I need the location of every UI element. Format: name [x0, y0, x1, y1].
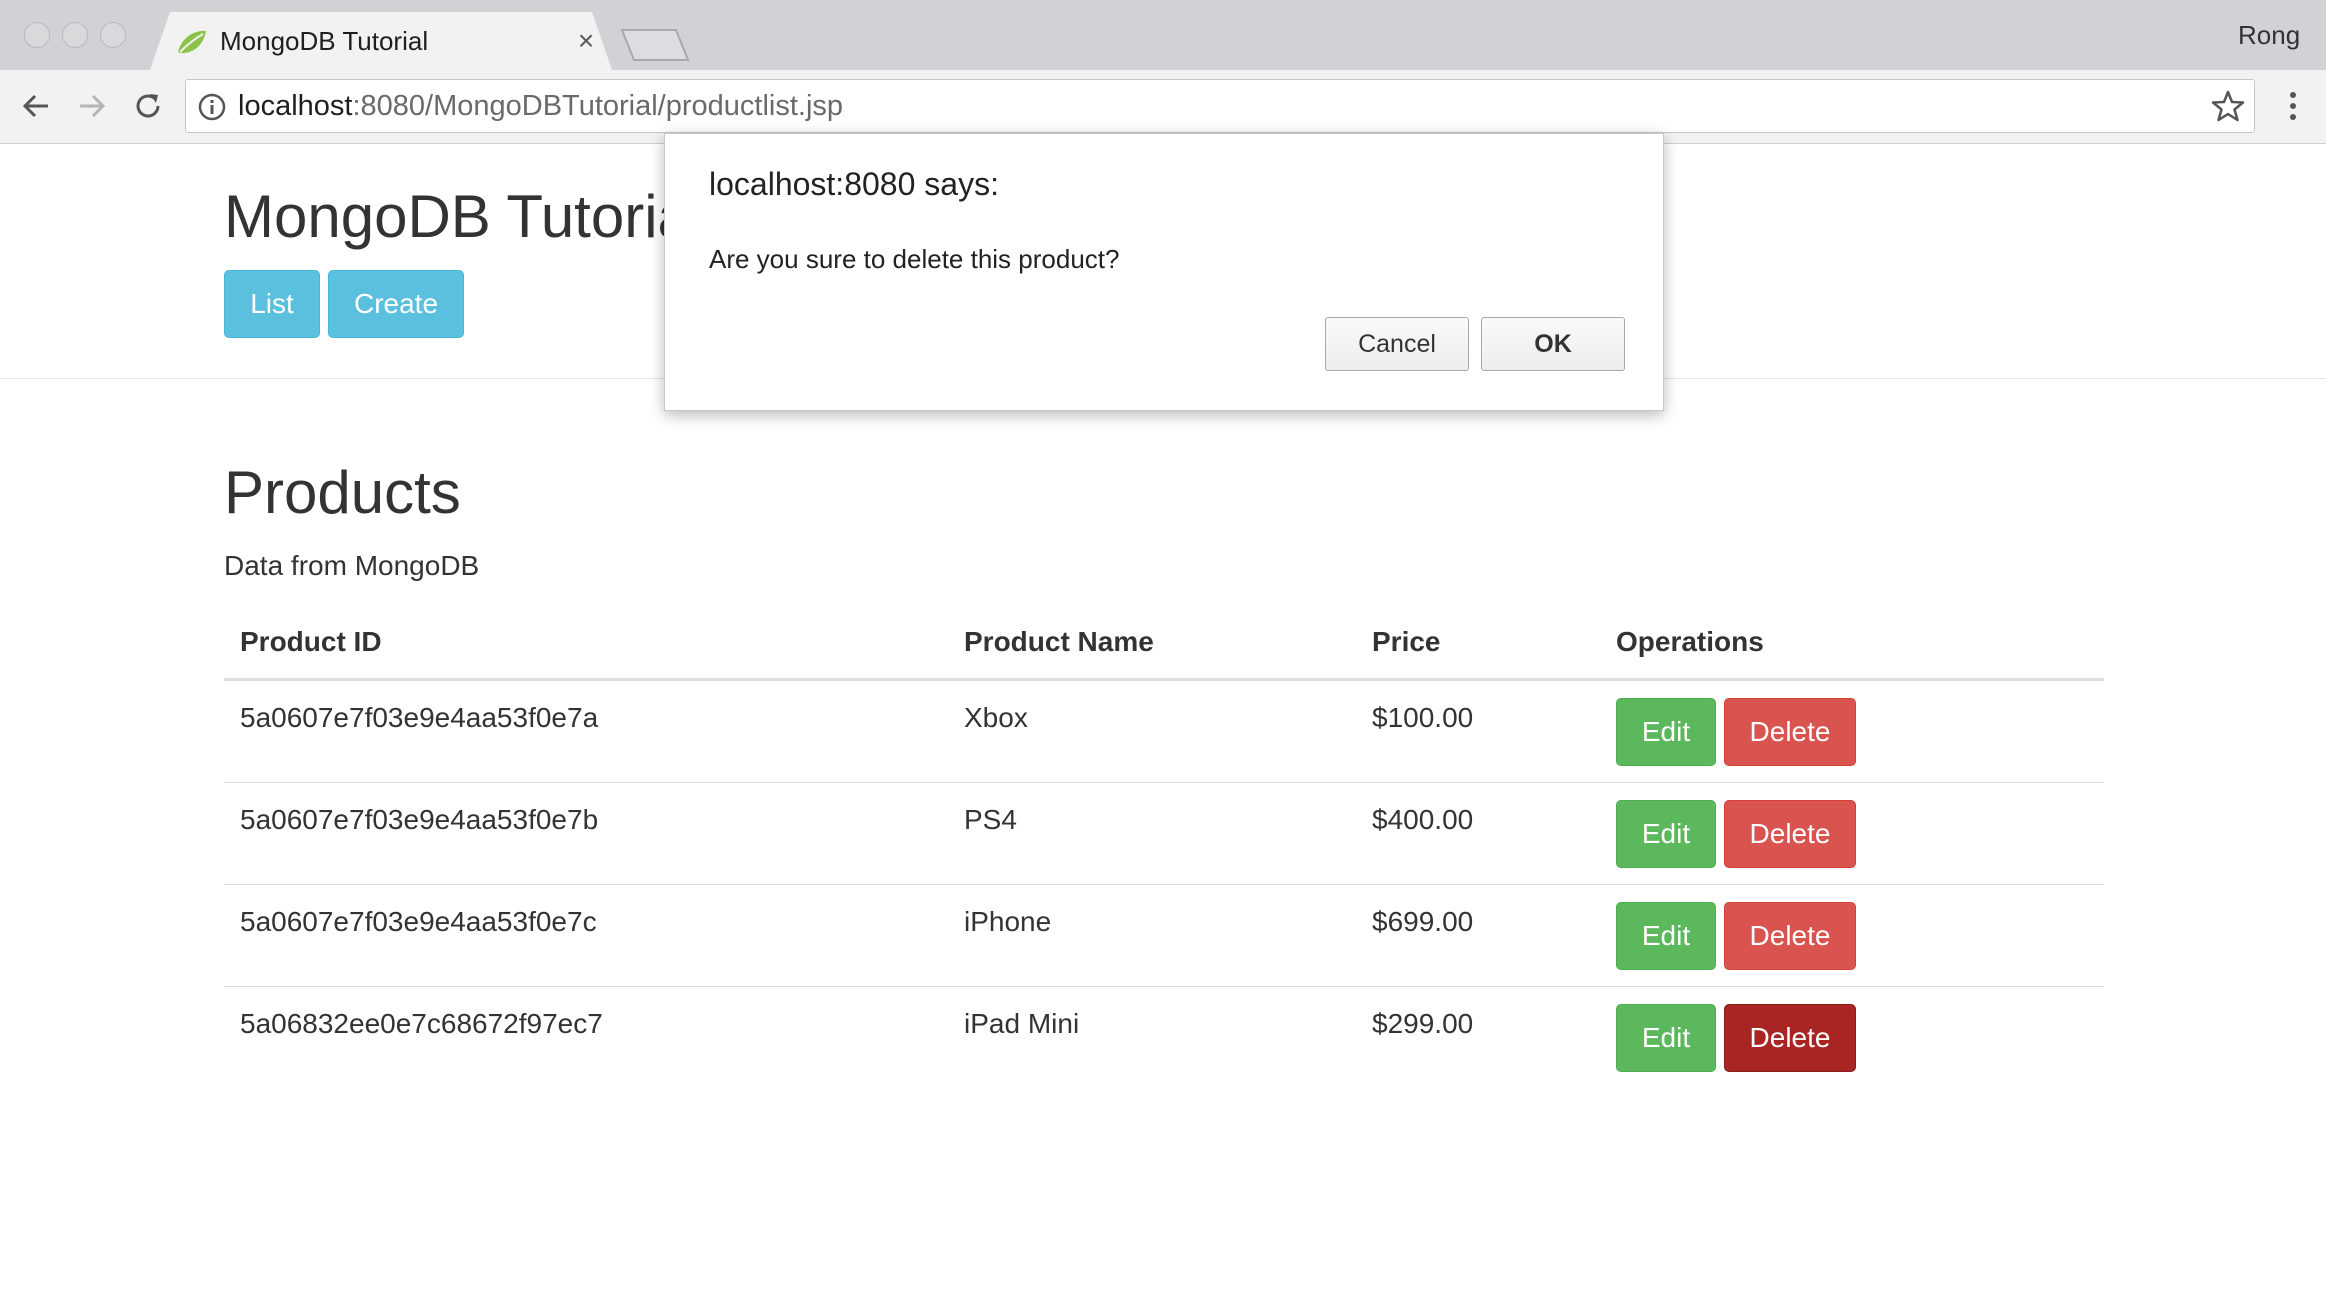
page-title: MongoDB Tutorial [224, 183, 705, 250]
cell-product-id: 5a0607e7f03e9e4aa53f0e7b [240, 804, 599, 835]
confirm-dialog: localhost:8080 says: Are you sure to del… [664, 133, 1664, 411]
table-header-divider [224, 678, 2104, 681]
info-icon[interactable] [197, 92, 227, 122]
url-host: localhost [238, 90, 353, 122]
url-path: :8080/MongoDBTutorial/productlist.jsp [352, 90, 844, 122]
delete-button[interactable]: Delete [1724, 902, 1856, 970]
row-divider [224, 782, 2104, 783]
cell-price: $400.00 [1372, 804, 1474, 835]
tab-title: MongoDB Tutorial [220, 26, 429, 56]
cell-price: $100.00 [1372, 702, 1474, 733]
cell-product-name: Xbox [964, 702, 1028, 733]
edit-button[interactable]: Edit [1616, 1004, 1716, 1072]
bookmark-star-icon[interactable] [2210, 88, 2246, 124]
window-minimize-dot[interactable] [62, 22, 88, 48]
cell-price: $699.00 [1372, 906, 1474, 937]
list-button[interactable]: List [224, 270, 320, 338]
dialog-title: localhost:8080 says: [709, 166, 999, 202]
cancel-button[interactable]: Cancel [1325, 317, 1469, 371]
dialog-message: Are you sure to delete this product? [709, 244, 1120, 274]
delete-button[interactable]: Delete [1724, 800, 1856, 868]
forward-button[interactable] [72, 86, 112, 126]
edit-button[interactable]: Edit [1616, 902, 1716, 970]
edit-button[interactable]: Edit [1616, 698, 1716, 766]
leaf-favicon-icon [178, 30, 206, 54]
kebab-menu-icon[interactable] [2278, 88, 2308, 124]
col-header-product-id: Product ID [240, 626, 382, 657]
col-header-operations: Operations [1616, 626, 1764, 657]
cell-product-name: PS4 [964, 804, 1017, 835]
arrow-right-icon [80, 94, 106, 118]
profile-name[interactable]: Rong [2238, 18, 2300, 52]
cell-price: $299.00 [1372, 1008, 1474, 1039]
delete-button[interactable]: Delete [1724, 698, 1856, 766]
reload-icon [136, 94, 160, 118]
row-divider [224, 884, 2104, 885]
col-header-product-name: Product Name [964, 626, 1154, 657]
products-subtitle: Data from MongoDB [224, 550, 480, 581]
window-zoom-dot[interactable] [100, 22, 126, 48]
ok-button[interactable]: OK [1481, 317, 1625, 371]
edit-button[interactable]: Edit [1616, 800, 1716, 868]
reload-button[interactable] [128, 86, 168, 126]
arrow-left-icon [22, 94, 48, 118]
back-button[interactable] [16, 86, 56, 126]
url-text[interactable]: localhost:8080/MongoDBTutorial/productli… [238, 88, 843, 124]
row-divider [224, 986, 2104, 987]
products-title: Products [224, 459, 461, 526]
delete-button-active[interactable]: Delete [1724, 1004, 1856, 1072]
cell-product-id: 5a0607e7f03e9e4aa53f0e7a [240, 702, 599, 733]
window-close-dot[interactable] [24, 22, 50, 48]
cell-product-name: iPad Mini [964, 1008, 1080, 1039]
cell-product-name: iPhone [964, 906, 1052, 937]
col-header-price: Price [1372, 626, 1441, 657]
tab-close-icon[interactable]: × [572, 24, 600, 58]
cell-product-id: 5a0607e7f03e9e4aa53f0e7c [240, 906, 597, 937]
cell-product-id: 5a06832ee0e7c68672f97ec7 [240, 1008, 603, 1039]
new-tab-button[interactable] [620, 28, 690, 62]
create-button[interactable]: Create [328, 270, 464, 338]
